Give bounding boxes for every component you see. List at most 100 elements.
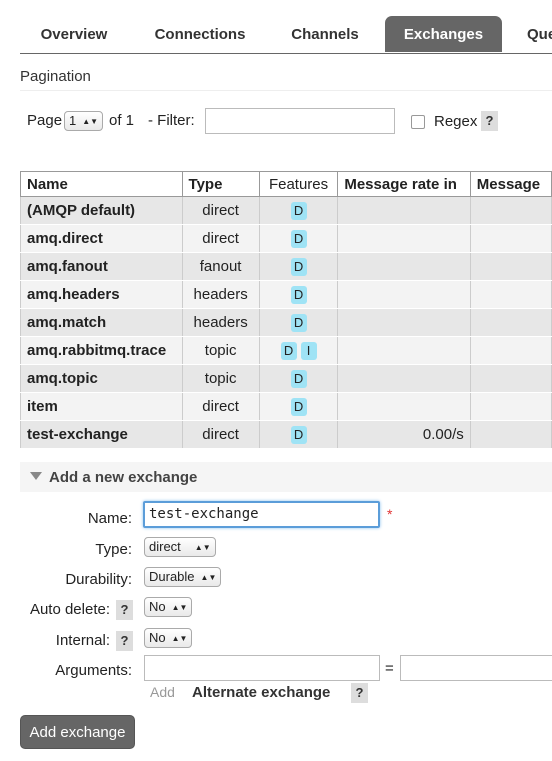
page-select[interactable]: 1 ▲▼ xyxy=(64,111,104,131)
features-cell: D xyxy=(258,280,339,309)
exchange-name-input[interactable]: test-exchange xyxy=(143,501,380,528)
durability-label: Durability: xyxy=(65,571,132,588)
rate-out-cell xyxy=(469,224,552,253)
tab-queues[interactable]: Que xyxy=(507,16,552,52)
type-label: Type: xyxy=(95,541,132,558)
stepper-icon: ▲▼ xyxy=(200,573,217,582)
durable-badge: D xyxy=(280,341,297,360)
auto-delete-help-icon[interactable]: ? xyxy=(116,600,133,620)
rate-in-cell xyxy=(337,280,471,309)
features-cell: D xyxy=(258,252,339,281)
durable-badge: D xyxy=(290,313,307,332)
features-cell: D xyxy=(258,196,339,225)
features-cell: D xyxy=(258,308,339,337)
internal-select[interactable]: No ▲▼ xyxy=(144,628,193,648)
durable-badge: D xyxy=(290,369,307,388)
table-row: amq.headers headers D xyxy=(20,280,552,309)
rate-out-cell xyxy=(469,392,552,421)
col-name[interactable]: Name xyxy=(20,171,183,197)
exchange-name-link[interactable]: item xyxy=(20,392,183,421)
internal-help-icon[interactable]: ? xyxy=(116,631,133,651)
tab-channels[interactable]: Channels xyxy=(272,16,378,52)
regex-label: Regex xyxy=(434,113,478,130)
exchange-name-link[interactable]: (AMQP default) xyxy=(20,196,183,225)
auto-delete-select[interactable]: No ▲▼ xyxy=(144,597,193,617)
add-exchange-title: Add a new exchange xyxy=(49,469,198,486)
features-cell: D xyxy=(258,392,339,421)
exchange-type: direct xyxy=(181,196,260,225)
stepper-icon: ▲▼ xyxy=(171,634,188,643)
filter-input[interactable] xyxy=(205,108,395,134)
exchange-name-link[interactable]: amq.headers xyxy=(20,280,183,309)
type-select[interactable]: direct ▲▼ xyxy=(144,537,216,557)
alternate-exchange-help-icon[interactable]: ? xyxy=(351,683,368,703)
exchange-type: direct xyxy=(181,420,260,449)
exchange-type: direct xyxy=(181,392,260,421)
add-exchange-toggle[interactable]: Add a new exchange xyxy=(20,462,552,492)
exchange-name-link[interactable]: amq.rabbitmq.trace xyxy=(20,336,183,365)
rate-in-cell xyxy=(337,224,471,253)
collapse-triangle-icon xyxy=(30,472,42,480)
stepper-icon: ▲▼ xyxy=(171,603,188,612)
features-cell: D xyxy=(258,420,339,449)
tab-overview[interactable]: Overview xyxy=(20,16,128,52)
col-message-rate-in[interactable]: Message rate in xyxy=(337,171,471,197)
pagination-title: Pagination xyxy=(20,68,91,85)
exchange-name-link[interactable]: amq.topic xyxy=(20,364,183,393)
regex-help-icon[interactable]: ? xyxy=(481,111,498,131)
auto-delete-select-value: No xyxy=(149,599,166,614)
exchange-type: headers xyxy=(181,308,260,337)
rate-in-cell xyxy=(337,196,471,225)
internal-label: Internal: xyxy=(55,632,110,649)
arguments-label: Arguments: xyxy=(55,662,132,679)
tab-connections[interactable]: Connections xyxy=(133,16,267,52)
rate-out-cell xyxy=(469,336,552,365)
argument-key-input[interactable] xyxy=(144,655,380,681)
rate-out-cell xyxy=(469,252,552,281)
col-message-rate-out[interactable]: Message xyxy=(469,171,552,197)
table-row: item direct D xyxy=(20,392,552,421)
required-marker: * xyxy=(387,506,393,522)
durability-select[interactable]: Durable ▲▼ xyxy=(144,567,222,587)
exchange-type: fanout xyxy=(181,252,260,281)
rate-in-cell xyxy=(337,336,471,365)
features-cell: D xyxy=(258,364,339,393)
argument-value-input[interactable] xyxy=(400,655,552,681)
exchange-name-link[interactable]: amq.fanout xyxy=(20,252,183,281)
col-type[interactable]: Type xyxy=(181,171,260,197)
tab-exchanges[interactable]: Exchanges xyxy=(385,16,502,52)
page-count: of 1 xyxy=(109,112,135,129)
page-label: Page xyxy=(27,112,63,129)
equals-sign: = xyxy=(385,660,394,677)
features-cell: DI xyxy=(258,336,339,365)
rate-in-cell xyxy=(337,308,471,337)
rate-in-cell: 0.00/s xyxy=(337,420,471,449)
durability-select-value: Durable xyxy=(149,569,195,584)
durable-badge: D xyxy=(290,229,307,248)
exchange-type: direct xyxy=(181,224,260,253)
stepper-icon: ▲▼ xyxy=(82,117,99,126)
features-cell: D xyxy=(258,224,339,253)
exchange-name-link[interactable]: amq.match xyxy=(20,308,183,337)
alternate-exchange-link[interactable]: Alternate exchange xyxy=(192,684,330,701)
col-features: Features xyxy=(258,171,339,197)
table-row: amq.rabbitmq.trace topic DI xyxy=(20,336,552,365)
exchange-name-link[interactable]: test-exchange xyxy=(20,420,183,449)
rate-out-cell xyxy=(469,280,552,309)
add-exchange-button[interactable]: Add exchange xyxy=(20,715,135,749)
table-row: amq.topic topic D xyxy=(20,364,552,393)
regex-checkbox[interactable] xyxy=(411,115,425,129)
exchange-name-link[interactable]: amq.direct xyxy=(20,224,183,253)
rate-out-cell xyxy=(469,196,552,225)
rate-in-cell xyxy=(337,252,471,281)
durable-badge: D xyxy=(290,257,307,276)
exchange-type: headers xyxy=(181,280,260,309)
divider xyxy=(20,90,552,91)
internal-badge: I xyxy=(300,341,317,360)
rate-out-cell xyxy=(469,308,552,337)
type-select-value: direct xyxy=(149,539,181,554)
add-argument-label: Add xyxy=(150,684,175,700)
durable-badge: D xyxy=(290,201,307,220)
rate-in-cell xyxy=(337,392,471,421)
internal-select-value: No xyxy=(149,630,166,645)
